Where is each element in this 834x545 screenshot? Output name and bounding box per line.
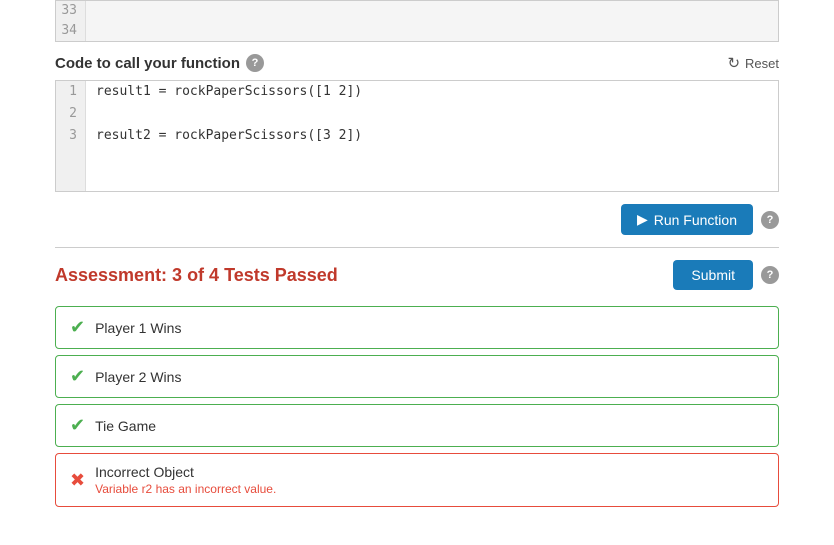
editor-line-num-4 <box>56 147 86 169</box>
editor-line-num-3: 3 <box>56 125 86 147</box>
editor-line-1: 1 result1 = rockPaperScissors([1 2]) <box>56 81 778 103</box>
run-area: ▶ Run Function ? <box>0 192 834 247</box>
test-label-player1: Player 1 Wins <box>95 320 181 336</box>
pass-icon-player1: ✔ <box>70 317 85 338</box>
editor-line-4 <box>56 147 778 169</box>
top-stub-code: 33 34 <box>55 0 779 42</box>
code-help-icon[interactable]: ? <box>246 54 264 72</box>
pass-icon-tie: ✔ <box>70 415 85 436</box>
stub-line-num-33: 33 <box>56 1 86 21</box>
stub-line-33: 33 <box>56 1 778 21</box>
editor-line-content-1: result1 = rockPaperScissors([1 2]) <box>86 81 362 103</box>
submit-button[interactable]: Submit <box>673 260 753 290</box>
run-function-button[interactable]: ▶ Run Function <box>621 204 753 235</box>
code-section-header: Code to call your function ? ↻ Reset <box>0 42 834 80</box>
section-divider <box>55 247 779 248</box>
test-label-player2: Player 2 Wins <box>95 369 181 385</box>
editor-line-5 <box>56 169 778 191</box>
reset-icon: ↻ <box>727 54 740 72</box>
test-list: ✔ Player 1 Wins ✔ Player 2 Wins ✔ Tie Ga… <box>0 306 834 507</box>
test-label-incorrect: Incorrect Object <box>95 464 276 480</box>
test-item-player2-wins[interactable]: ✔ Player 2 Wins <box>55 355 779 398</box>
run-icon: ▶ <box>637 211 648 228</box>
assessment-header: Assessment: 3 of 4 Tests Passed Submit ? <box>0 260 834 306</box>
test-item-tie-game[interactable]: ✔ Tie Game <box>55 404 779 447</box>
assessment-actions: Submit ? <box>673 260 779 290</box>
stub-line-34: 34 <box>56 21 778 41</box>
editor-line-3: 3 result2 = rockPaperScissors([3 2]) <box>56 125 778 147</box>
test-item-incorrect-object[interactable]: ✖ Incorrect Object Variable r2 has an in… <box>55 453 779 507</box>
test-item-player1-wins[interactable]: ✔ Player 1 Wins <box>55 306 779 349</box>
test-item-incorrect-content: Incorrect Object Variable r2 has an inco… <box>95 464 276 496</box>
editor-line-num-5 <box>56 169 86 191</box>
editor-line-content-3: result2 = rockPaperScissors([3 2]) <box>86 125 362 147</box>
code-section-title-text: Code to call your function <box>55 55 240 72</box>
test-error-incorrect: Variable r2 has an incorrect value. <box>95 482 276 496</box>
stub-line-num-34: 34 <box>56 21 86 41</box>
run-help-icon[interactable]: ? <box>761 211 779 229</box>
reset-label: Reset <box>745 56 779 71</box>
fail-icon-incorrect: ✖ <box>70 470 85 491</box>
assessment-title: Assessment: 3 of 4 Tests Passed <box>55 265 338 286</box>
code-editor[interactable]: 1 result1 = rockPaperScissors([1 2]) 2 3… <box>55 80 779 192</box>
reset-button[interactable]: ↻ Reset <box>727 54 779 72</box>
editor-line-content-2 <box>86 103 104 125</box>
assessment-help-icon[interactable]: ? <box>761 266 779 284</box>
test-label-tie: Tie Game <box>95 418 156 434</box>
pass-icon-player2: ✔ <box>70 366 85 387</box>
run-function-label: Run Function <box>654 212 737 228</box>
editor-line-num-2: 2 <box>56 103 86 125</box>
editor-line-num-1: 1 <box>56 81 86 103</box>
code-section-title: Code to call your function ? <box>55 54 264 72</box>
editor-line-2: 2 <box>56 103 778 125</box>
